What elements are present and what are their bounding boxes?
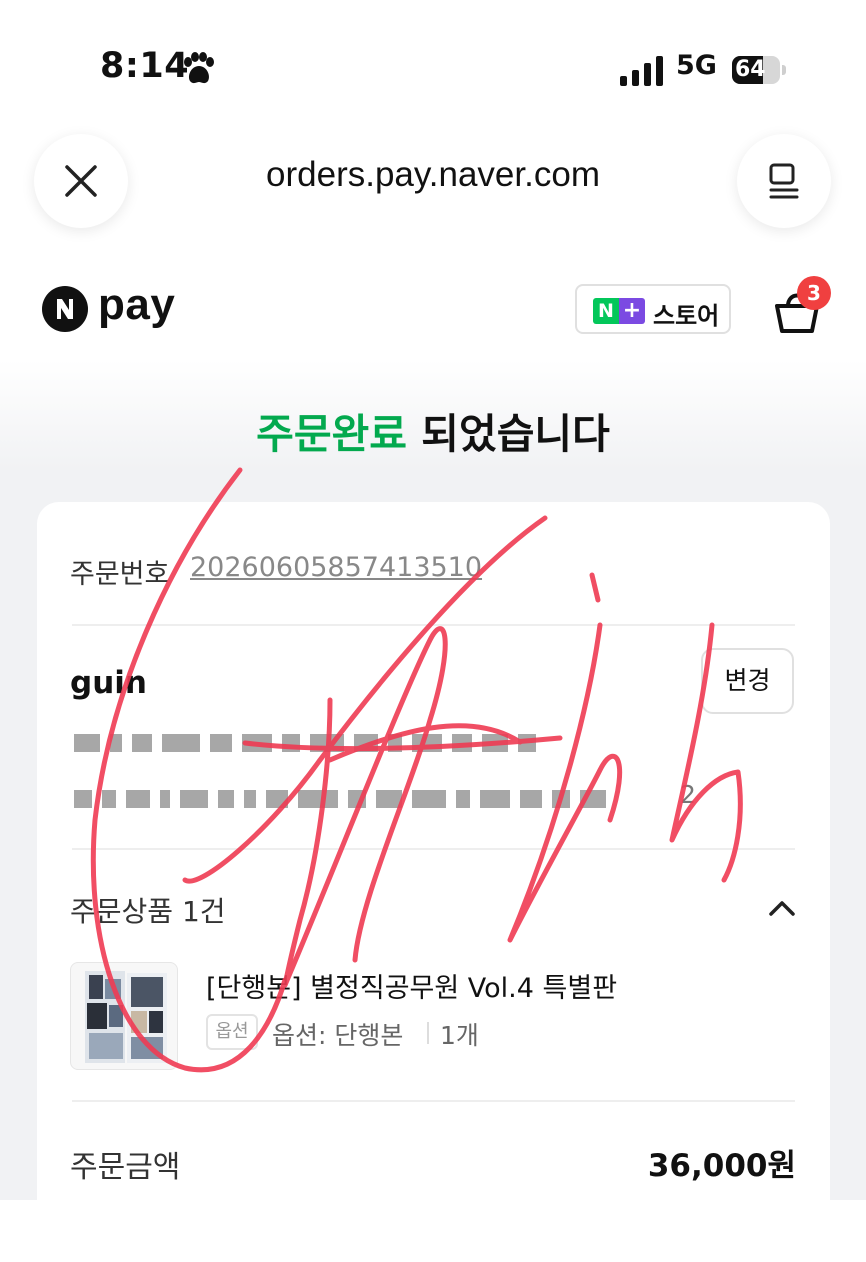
- title-highlight: 주문완료: [256, 410, 407, 458]
- menu-button[interactable]: [737, 134, 831, 228]
- change-address-button[interactable]: 변경: [701, 648, 794, 714]
- nplus-store-button[interactable]: N + 스토어: [575, 284, 731, 334]
- close-button[interactable]: [34, 134, 128, 228]
- products-section-label: 주문상품 1건: [70, 895, 226, 928]
- product-quantity: 1개: [440, 1021, 479, 1050]
- order-number-label: 주문번호: [70, 559, 170, 590]
- divider: [72, 848, 795, 850]
- chevron-up-icon[interactable]: [766, 892, 798, 924]
- status-time: 8:14: [100, 46, 190, 86]
- recipient-name: guin: [70, 665, 147, 701]
- product-name[interactable]: [단행본] 별정직공무원 Vol.4 특별판: [206, 966, 617, 1005]
- option-tag: 옵션: [206, 1014, 258, 1050]
- divider: [72, 1100, 795, 1102]
- url-display[interactable]: orders.pay.naver.com: [200, 155, 666, 195]
- signal-icon: [620, 56, 663, 86]
- npay-logo-icon[interactable]: [42, 286, 88, 332]
- order-number-link[interactable]: 20260605857413510: [190, 552, 482, 583]
- store-label: 스토어: [653, 302, 720, 330]
- close-icon: [65, 165, 97, 197]
- product-thumbnail[interactable]: [70, 962, 178, 1070]
- product-option: 옵션: 단행본: [272, 1021, 404, 1050]
- address-suffix: 2: [680, 780, 696, 809]
- npay-brand-text: pay: [98, 280, 176, 329]
- total-label: 주문금액: [70, 1150, 181, 1185]
- redacted-address: [74, 790, 616, 808]
- divider: [72, 624, 795, 626]
- redacted-phone: [74, 734, 546, 752]
- battery-percent: 64: [735, 57, 766, 82]
- option-separator: [427, 1022, 429, 1044]
- product-image: [85, 971, 167, 1063]
- cart-count-badge: 3: [797, 276, 831, 310]
- paw-icon: [184, 52, 214, 84]
- page-title: 주문완료 되었습니다: [0, 400, 866, 460]
- store-plus-mark: +: [619, 298, 645, 324]
- battery-icon: 64: [732, 56, 786, 84]
- title-rest: 되었습니다: [407, 410, 610, 458]
- total-value: 36,000원: [647, 1148, 796, 1184]
- network-type: 5G: [676, 50, 717, 81]
- menu-icon: [769, 163, 799, 199]
- store-n-mark: N: [593, 298, 619, 324]
